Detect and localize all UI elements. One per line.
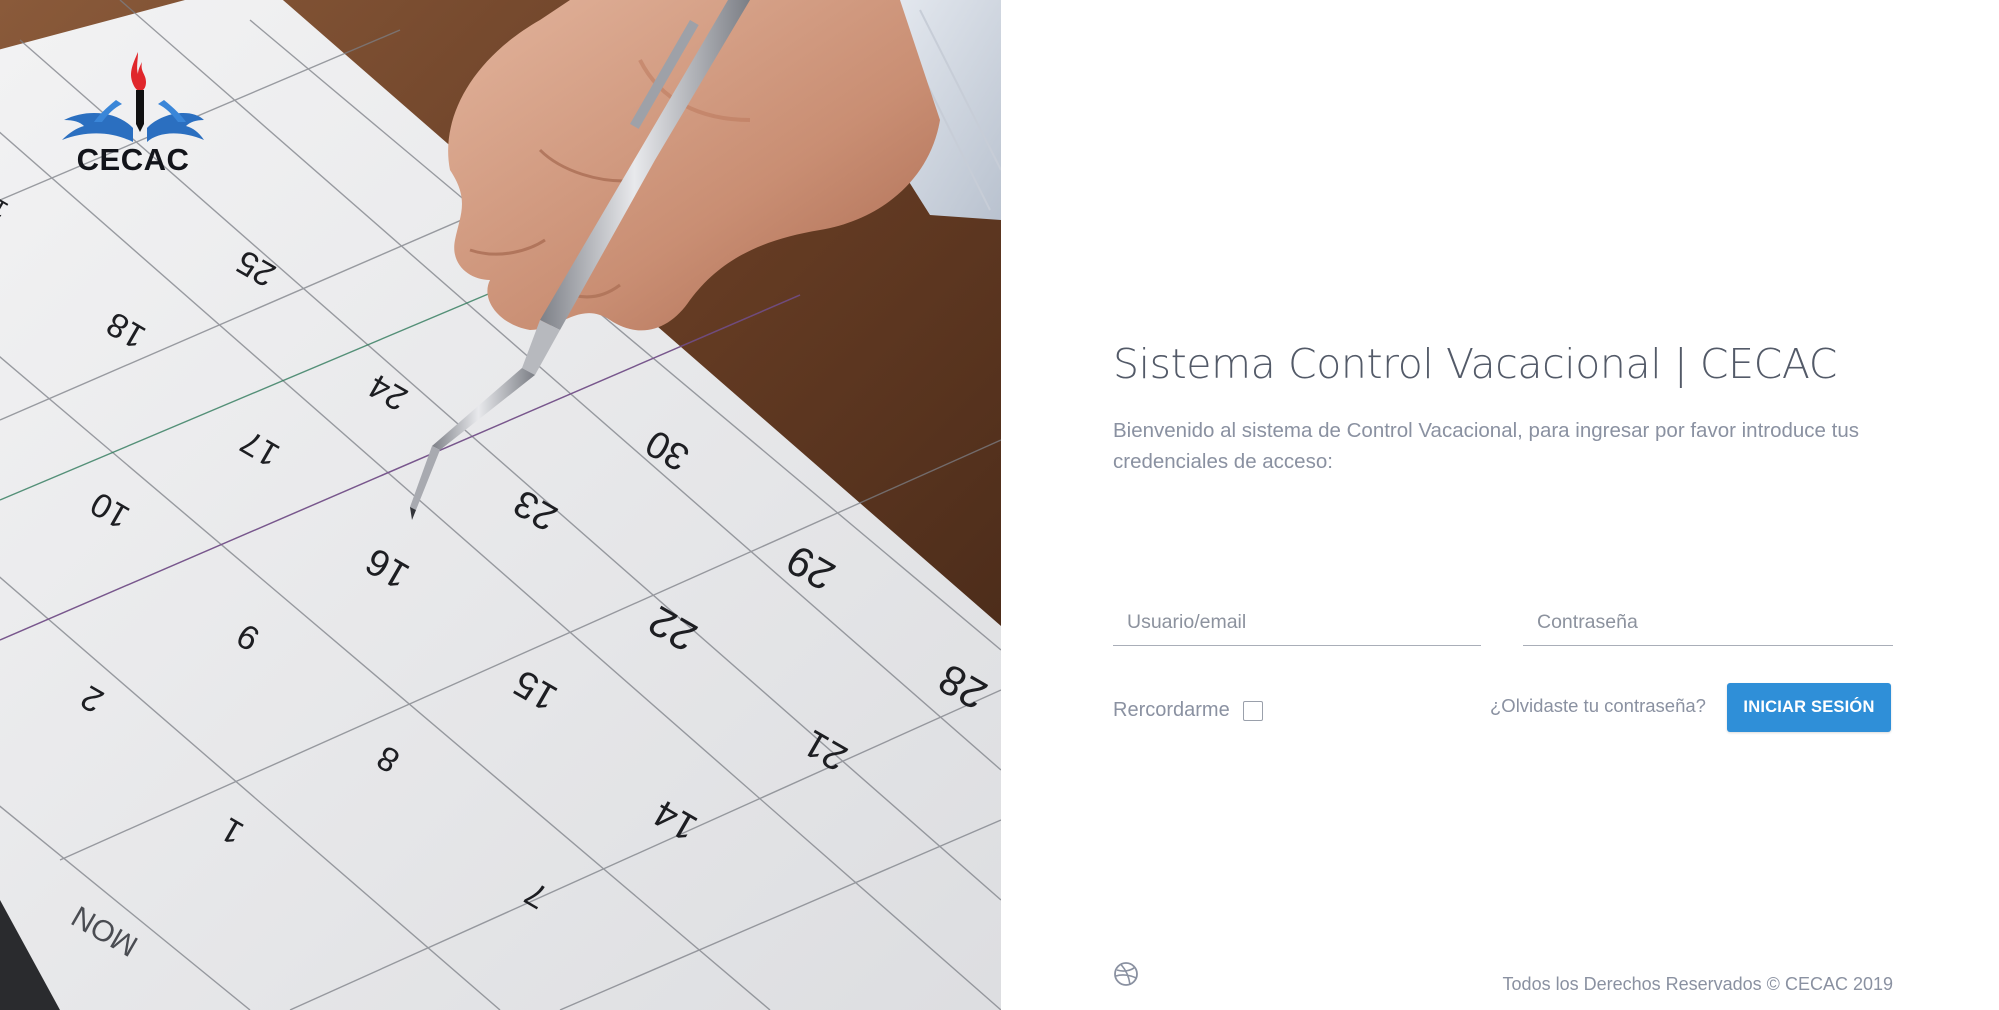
forgot-password-link[interactable]: ¿Olvidaste tu contraseña? [1490,695,1706,717]
welcome-text: Bienvenido al sistema de Control Vacacio… [1113,419,1859,474]
book-flame-icon [62,52,204,142]
page-title: Sistema Control Vacacional | CECAC [1113,340,1837,388]
login-button[interactable]: INICIAR SESIÓN [1727,683,1891,732]
login-panel: Sistema Control Vacacional | CECAC Bienv… [1001,0,1999,1010]
login-form: Sistema Control Vacacional | CECAC Bienv… [1113,340,1893,732]
password-input[interactable] [1523,602,1893,642]
username-field-wrap [1113,602,1481,646]
copyright-text: Todos los Derechos Reservados © CECAC 20… [1502,974,1893,994]
dribbble-icon[interactable] [1113,961,1139,987]
remember-checkbox[interactable] [1242,700,1263,721]
hero-image-panel: 19 25 18 24 17 30 10 23 16 29 9 22 2 15 … [0,0,1001,1010]
username-input[interactable] [1113,602,1481,642]
form-actions: Rercordarme ¿Olvidaste tu contraseña? IN… [1113,683,1893,733]
logo-text: CECAC [76,142,190,177]
remember-me[interactable]: Rercordarme [1113,699,1263,722]
remember-label: Rercordarme [1113,699,1230,721]
cecac-logo: CECAC [58,50,208,180]
password-field-wrap [1523,602,1893,646]
credential-fields [1113,602,1893,682]
